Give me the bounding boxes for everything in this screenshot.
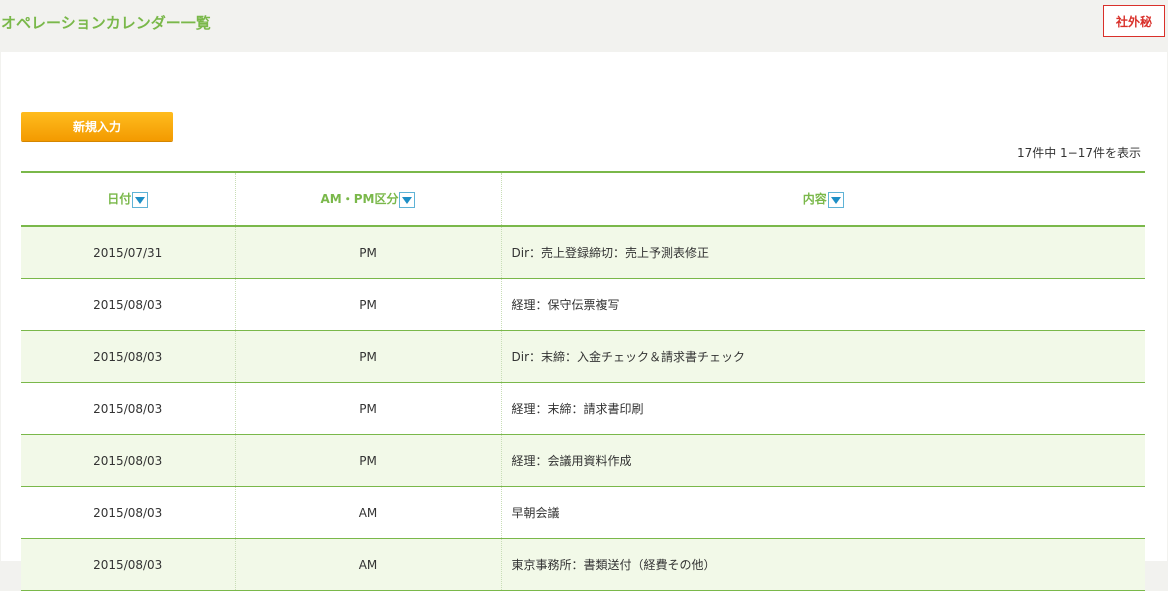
new-entry-button[interactable]: 新規入力 [21, 112, 173, 141]
page-header: オペレーションカレンダー一覧 社外秘 [0, 0, 1168, 52]
table-header: 日付 AM・PM区分 内容 [21, 171, 1145, 227]
cell-content: 経理：保守伝票複写 [500, 278, 1145, 331]
table-body: 2015/07/31 PM Dir：売上登録締切：売上予測表修正 2015/08… [21, 226, 1145, 591]
main-content: 新規入力 17件中 1−17件を表示 日付 AM・PM区分 内容 2015/07… [1, 52, 1167, 591]
cell-date: 2015/08/03 [21, 538, 235, 591]
table-row[interactable]: 2015/08/03 PM Dir：末締：入金チェック＆請求書チェック [21, 330, 1145, 383]
table-row[interactable]: 2015/08/03 AM 東京事務所：書類送付（経費その他） [21, 538, 1145, 591]
cell-ampm: PM [234, 434, 501, 487]
page-title: オペレーションカレンダー一覧 [1, 14, 211, 32]
cell-content: 経理：末締：請求書印刷 [500, 382, 1145, 435]
cell-ampm: AM [234, 538, 501, 591]
column-header-label: AM・PM区分 [320, 192, 399, 207]
cell-ampm: PM [234, 330, 501, 383]
sort-down-icon[interactable] [399, 191, 416, 208]
table-row[interactable]: 2015/08/03 PM 経理：保守伝票複写 [21, 278, 1145, 331]
cell-date: 2015/08/03 [21, 486, 235, 539]
cell-date: 2015/08/03 [21, 278, 235, 331]
record-count: 17件中 1−17件を表示 [1016, 146, 1141, 160]
sort-down-icon[interactable] [827, 191, 844, 208]
table-row[interactable]: 2015/08/03 AM 早朝会議 [21, 486, 1145, 539]
cell-ampm: PM [234, 382, 501, 435]
cell-ampm: PM [234, 226, 501, 279]
cell-ampm: AM [234, 486, 501, 539]
cell-date: 2015/08/03 [21, 330, 235, 383]
cell-content: Dir：末締：入金チェック＆請求書チェック [500, 330, 1145, 383]
cell-content: 早朝会議 [500, 486, 1145, 539]
calendar-table-wrapper: 日付 AM・PM区分 内容 2015/07/31 PM Dir：売上登録締切：売… [21, 171, 1145, 591]
sort-down-icon[interactable] [132, 191, 149, 208]
cell-date: 2015/08/03 [21, 434, 235, 487]
cell-date: 2015/07/31 [21, 226, 235, 279]
cell-content: 経理：会議用資料作成 [500, 434, 1145, 487]
column-header-date: 日付 [21, 171, 235, 227]
column-header-label: 内容 [802, 192, 827, 207]
confidential-badge: 社外秘 [1103, 5, 1165, 37]
cell-content: 東京事務所：書類送付（経費その他） [500, 538, 1145, 591]
table-row[interactable]: 2015/08/03 PM 経理：末締：請求書印刷 [21, 382, 1145, 435]
cell-ampm: PM [234, 278, 501, 331]
table-row[interactable]: 2015/07/31 PM Dir：売上登録締切：売上予測表修正 [21, 226, 1145, 279]
column-header-content: 内容 [500, 171, 1145, 227]
calendar-table: 日付 AM・PM区分 内容 2015/07/31 PM Dir：売上登録締切：売… [21, 171, 1145, 591]
column-header-ampm: AM・PM区分 [234, 171, 501, 227]
cell-date: 2015/08/03 [21, 382, 235, 435]
column-header-label: 日付 [107, 192, 132, 207]
table-row[interactable]: 2015/08/03 PM 経理：会議用資料作成 [21, 434, 1145, 487]
cell-content: Dir：売上登録締切：売上予測表修正 [500, 226, 1145, 279]
